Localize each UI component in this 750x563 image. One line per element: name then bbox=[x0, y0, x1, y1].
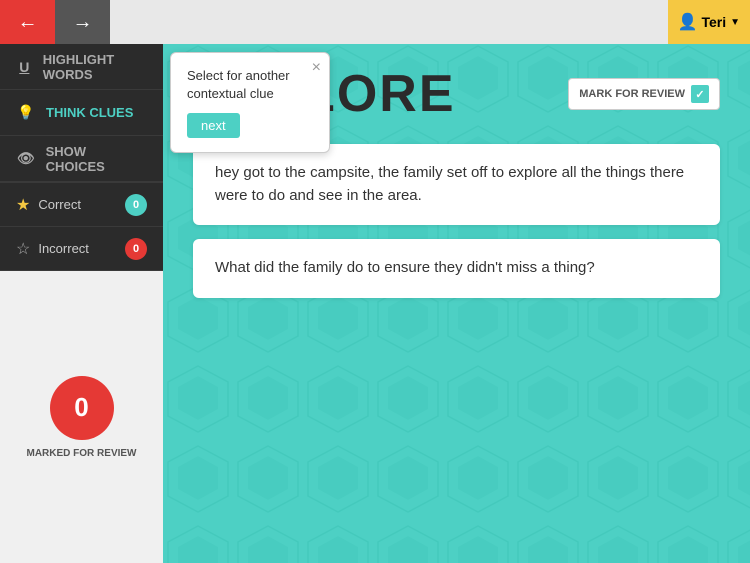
checkbox-icon: ✓ bbox=[691, 85, 709, 103]
dropdown-icon: ▼ bbox=[730, 17, 740, 28]
user-name: Teri bbox=[701, 14, 726, 30]
contextual-clue-popup: × Select for another contextual clue nex… bbox=[170, 52, 330, 153]
text-card-1-content: hey got to the campsite, the family set … bbox=[215, 164, 684, 204]
forward-icon: → bbox=[73, 11, 93, 34]
correct-label: Correct bbox=[38, 197, 81, 212]
show-choices-label: SHOW CHOICES bbox=[46, 144, 147, 174]
incorrect-label: Incorrect bbox=[38, 241, 89, 256]
popup-close-button[interactable]: × bbox=[312, 59, 321, 77]
review-label: MARKED FOR REVIEW bbox=[27, 448, 137, 459]
forward-button[interactable]: → bbox=[55, 0, 110, 44]
mark-for-review-button[interactable]: MARK FOR REVIEW ✓ bbox=[568, 78, 720, 110]
user-icon: 👤 bbox=[678, 12, 698, 32]
underline-icon: U bbox=[16, 57, 33, 77]
back-button[interactable]: ← bbox=[0, 0, 55, 44]
sidebar: U HIGHLIGHT WORDS 💡 THINK CLUES 👁 SHOW C… bbox=[0, 44, 163, 563]
nav-arrows: ← → bbox=[0, 0, 110, 44]
text-card-2-content: What did the family do to ensure they di… bbox=[215, 259, 595, 276]
star-empty-icon: ☆ bbox=[16, 239, 30, 259]
sidebar-item-highlight-words[interactable]: U HIGHLIGHT WORDS bbox=[0, 44, 163, 90]
sidebar-item-think-clues[interactable]: 💡 THINK CLUES bbox=[0, 90, 163, 136]
incorrect-score-item: ☆ Incorrect 0 bbox=[0, 227, 163, 271]
highlight-words-label: HIGHLIGHT WORDS bbox=[43, 52, 147, 82]
correct-badge: 0 bbox=[125, 194, 147, 216]
mark-review-label: MARK FOR REVIEW bbox=[579, 88, 685, 100]
top-bar: ← → 👤 Teri ▼ bbox=[0, 0, 750, 44]
bulb-icon: 💡 bbox=[16, 103, 36, 123]
popup-next-button[interactable]: next bbox=[187, 113, 240, 138]
sidebar-item-show-choices[interactable]: 👁 SHOW CHOICES bbox=[0, 136, 163, 182]
review-section: 0 MARKED FOR REVIEW bbox=[0, 271, 163, 563]
eye-icon: 👁 bbox=[16, 149, 36, 169]
user-menu[interactable]: 👤 Teri ▼ bbox=[668, 0, 750, 44]
star-filled-icon: ★ bbox=[16, 195, 30, 215]
popup-text: Select for another contextual clue bbox=[187, 67, 313, 103]
think-clues-label: THINK CLUES bbox=[46, 105, 133, 120]
text-card-2: What did the family do to ensure they di… bbox=[193, 239, 720, 298]
text-card-1: hey got to the campsite, the family set … bbox=[193, 144, 720, 225]
review-count-circle: 0 bbox=[50, 376, 114, 440]
incorrect-badge: 0 bbox=[125, 238, 147, 260]
back-icon: ← bbox=[18, 11, 38, 34]
sidebar-bottom: ★ Correct 0 ☆ Incorrect 0 bbox=[0, 182, 163, 271]
correct-score-item: ★ Correct 0 bbox=[0, 183, 163, 227]
